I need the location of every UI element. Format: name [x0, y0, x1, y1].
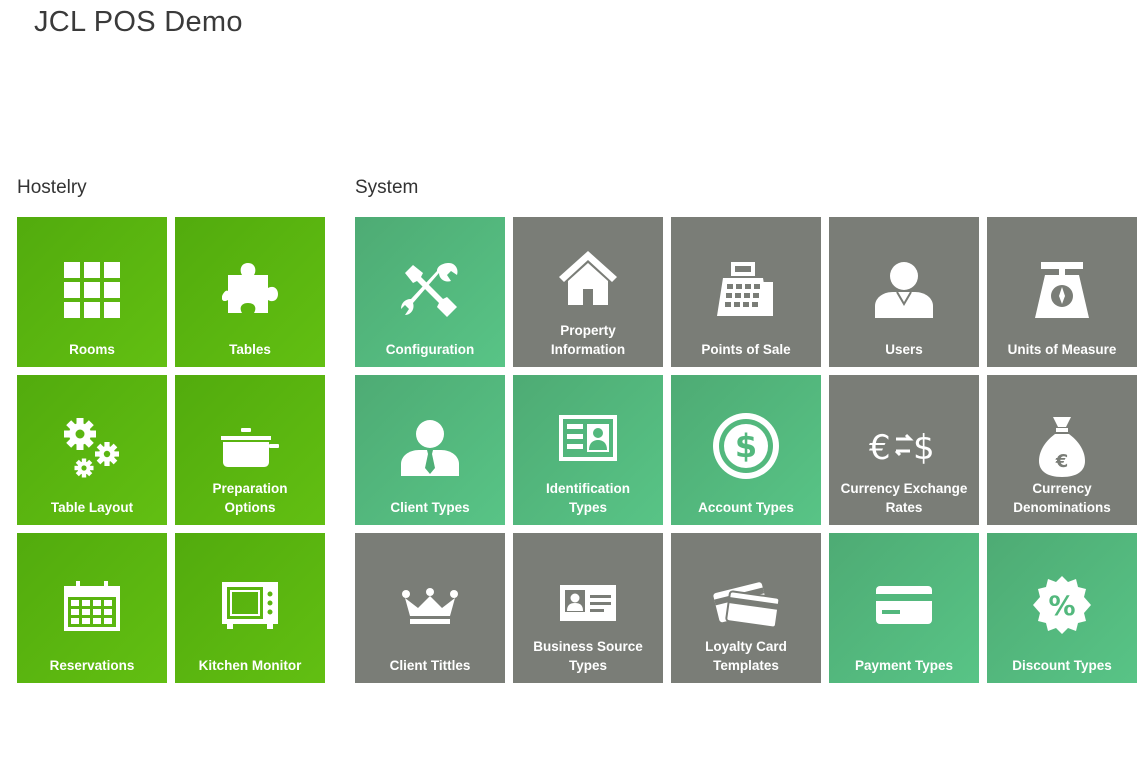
tile-users[interactable]: Users: [829, 217, 979, 367]
tile-label: Identification Types: [546, 481, 630, 515]
tile-business-source-types[interactable]: Business Source Types: [513, 533, 663, 683]
microwave-icon: [175, 573, 325, 639]
tile-preparation-options[interactable]: Preparation Options: [175, 375, 325, 525]
tile-kitchen-monitor[interactable]: Kitchen Monitor: [175, 533, 325, 683]
tile-loyalty-card-templates[interactable]: Loyalty Card Templates: [671, 533, 821, 683]
money-bag-icon: €: [987, 415, 1137, 479]
svg-text:$: $: [735, 427, 757, 465]
tools-icon: [355, 257, 505, 323]
app-title: JCL POS Demo: [34, 6, 243, 38]
tile-tables[interactable]: Tables: [175, 217, 325, 367]
crown-icon: [355, 581, 505, 631]
tile-label: Account Types: [698, 500, 794, 515]
tile-label: Points of Sale: [701, 342, 791, 357]
tile-label: Kitchen Monitor: [198, 658, 302, 673]
business-card-icon: [513, 575, 663, 631]
tile-client-types[interactable]: Client Types: [355, 375, 505, 525]
tile-table-layout[interactable]: Table Layout: [17, 375, 167, 525]
tile-payment-types[interactable]: Payment Types: [829, 533, 979, 683]
tile-label: Currency Exchange Rates: [840, 481, 968, 515]
currency-exchange-icon: € $: [829, 417, 979, 473]
tile-label: Units of Measure: [1007, 342, 1117, 357]
section-title-system: System: [355, 177, 419, 198]
tile-label: Payment Types: [854, 658, 954, 673]
tile-client-titles[interactable]: Client Tittles: [355, 533, 505, 683]
tile-label: Tables: [229, 342, 271, 357]
tile-configuration[interactable]: Configuration: [355, 217, 505, 367]
tile-currency-denominations[interactable]: € Currency Denominations: [987, 375, 1137, 525]
tile-reservations[interactable]: Reservations: [17, 533, 167, 683]
tile-label: Discount Types: [1012, 658, 1112, 673]
tile-label: Business Source Types: [533, 639, 643, 673]
tile-units-of-measure[interactable]: Units of Measure: [987, 217, 1137, 367]
person-tie-icon: [355, 415, 505, 481]
section-title-hostelry: Hostelry: [17, 177, 87, 198]
tile-property-information[interactable]: Property Information: [513, 217, 663, 367]
tile-label: Table Layout: [50, 500, 134, 515]
tile-label: Reservations: [49, 658, 135, 673]
tile-account-types[interactable]: $ Account Types: [671, 375, 821, 525]
tile-identification-types[interactable]: Identification Types: [513, 375, 663, 525]
gears-icon: [17, 415, 167, 481]
id-card-icon: [513, 405, 663, 471]
tile-label: Client Tittles: [389, 658, 471, 673]
tile-label: Loyalty Card Templates: [705, 639, 787, 673]
tile-label: Preparation Options: [212, 481, 288, 515]
svg-text:€: €: [1055, 451, 1069, 472]
tile-label: Configuration: [385, 342, 475, 357]
dollar-coin-icon: $: [671, 413, 821, 479]
credit-card-icon: [829, 577, 979, 633]
tile-discount-types[interactable]: % Discount Types: [987, 533, 1137, 683]
tile-label: Users: [885, 342, 923, 357]
svg-text:%: %: [1048, 591, 1075, 622]
cards-icon: [671, 573, 821, 633]
tile-label: Property Information: [550, 323, 626, 357]
grid-icon: [17, 257, 167, 323]
svg-text:$: $: [913, 428, 935, 465]
tile-points-of-sale[interactable]: Points of Sale: [671, 217, 821, 367]
cash-register-icon: [671, 257, 821, 323]
house-icon: [513, 245, 663, 311]
tile-label: Client Types: [390, 500, 470, 515]
svg-text:€: €: [869, 428, 891, 465]
tile-label: Rooms: [69, 342, 115, 357]
calendar-icon: [17, 573, 167, 639]
cooking-pot-icon: [175, 415, 325, 481]
tile-currency-exchange-rates[interactable]: € $ Currency Exchange Rates: [829, 375, 979, 525]
scale-icon: [987, 257, 1137, 323]
tile-rooms[interactable]: Rooms: [17, 217, 167, 367]
user-icon: [829, 257, 979, 323]
puzzle-icon: [175, 257, 325, 323]
tile-label: Currency Denominations: [1013, 481, 1111, 515]
percent-badge-icon: %: [987, 573, 1137, 637]
